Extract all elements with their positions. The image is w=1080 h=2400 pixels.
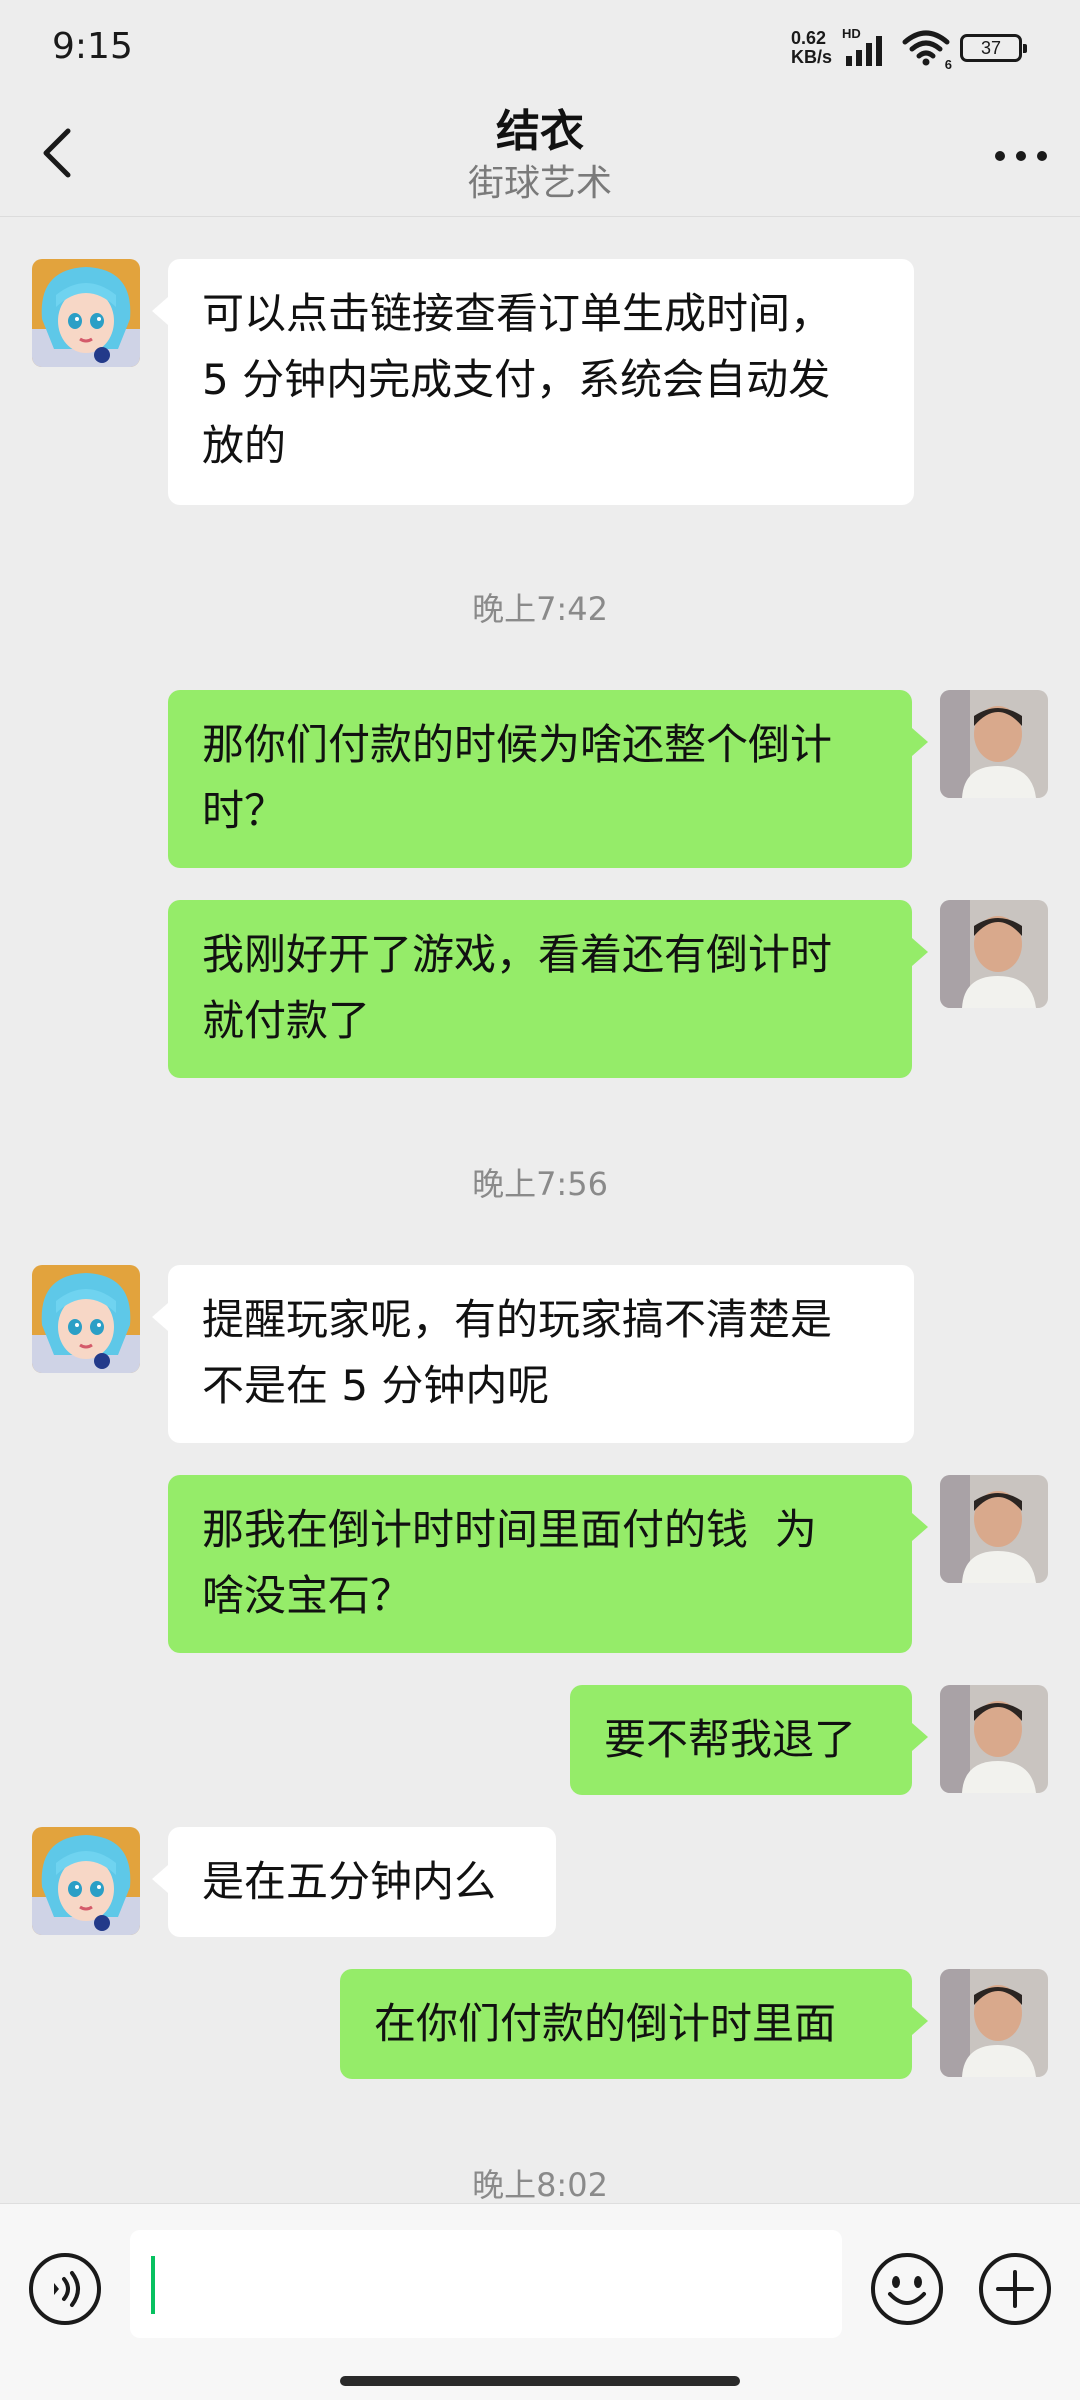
more-options-button[interactable]	[986, 126, 1056, 186]
plus-icon	[979, 2253, 1051, 2325]
message-bubble-sent[interactable]: 那我在倒计时时间里面付的钱 为 啥没宝石？	[168, 1475, 928, 1653]
timestamp: 晚上7:42	[472, 590, 608, 628]
text-caret	[151, 2256, 155, 2314]
contact-avatar[interactable]	[32, 1265, 140, 1373]
message-list[interactable]: 可以点击链接查看订单生成时间， 5 分钟内完成支付，系统会自动发 放的 晚上7:…	[0, 217, 1080, 2202]
voice-icon	[29, 2253, 101, 2325]
more-functions-button[interactable]	[978, 2252, 1052, 2326]
contact-avatar[interactable]	[32, 1827, 140, 1935]
user-avatar[interactable]	[940, 900, 1048, 1008]
status-time: 9:15	[52, 26, 133, 67]
voice-input-button[interactable]	[28, 2252, 102, 2326]
user-photo-icon	[940, 690, 1048, 798]
user-avatar[interactable]	[940, 1475, 1048, 1583]
chat-title: 结衣	[496, 106, 584, 157]
anime-girl-avatar-icon	[32, 1827, 140, 1935]
wifi-icon: 6	[902, 28, 952, 72]
network-speed-value: 0.62	[790, 28, 827, 48]
emoji-button[interactable]	[870, 2252, 944, 2326]
chat-screen: 9:15 0.62 KB/s HD 6 37 结衣 街球艺术 可以点击链接查看订…	[0, 0, 1080, 2400]
user-photo-icon	[940, 1685, 1048, 1793]
message-bubble-sent[interactable]: 在你们付款的倒计时里面	[340, 1969, 928, 2079]
timestamp: 晚上8:02	[472, 2166, 608, 2202]
back-button[interactable]	[30, 118, 86, 188]
contact-avatar[interactable]	[32, 259, 140, 367]
anime-girl-avatar-icon	[32, 1265, 140, 1373]
user-photo-icon	[940, 1475, 1048, 1583]
smiley-icon	[871, 2253, 943, 2325]
more-dots-icon	[995, 151, 1047, 161]
cellular-signal-icon: HD	[842, 26, 892, 68]
status-icons: 0.62 KB/s HD 6 37	[791, 26, 1027, 72]
wifi-label: 6	[944, 57, 952, 72]
anime-girl-avatar-icon	[32, 259, 140, 367]
message-bubble-sent[interactable]: 要不帮我退了	[570, 1685, 928, 1795]
chat-title-block: 结衣 街球艺术	[240, 102, 840, 206]
status-bar: 9:15 0.62 KB/s HD 6 37	[0, 0, 1080, 96]
battery-level: 37	[980, 37, 1002, 58]
timestamp: 晚上7:56	[472, 1165, 608, 1203]
message-bubble-sent[interactable]: 我刚好开了游戏，看着还有倒计时 就付款了	[168, 900, 928, 1078]
network-speed-unit: KB/s	[790, 47, 832, 67]
chat-header: 结衣 街球艺术	[0, 96, 1080, 217]
message-bubble-sent[interactable]: 那你们付款的时候为啥还整个倒计 时？	[168, 690, 928, 868]
battery-icon: 37	[960, 34, 1027, 62]
input-bar	[0, 2203, 1080, 2400]
message-bubble-received[interactable]: 提醒玩家呢，有的玩家搞不清楚是 不是在 5 分钟内呢	[152, 1265, 914, 1443]
chat-subtitle: 街球艺术	[467, 163, 612, 204]
user-avatar[interactable]	[940, 690, 1048, 798]
message-bubble-received[interactable]: 可以点击链接查看订单生成时间， 5 分钟内完成支付，系统会自动发 放的	[152, 259, 914, 505]
message-input[interactable]	[130, 2230, 842, 2338]
home-indicator[interactable]	[340, 2376, 740, 2386]
user-avatar[interactable]	[940, 1685, 1048, 1793]
user-photo-icon	[940, 1969, 1048, 2077]
network-speed: 0.62 KB/s	[791, 29, 832, 67]
user-photo-icon	[940, 900, 1048, 1008]
message-bubble-received[interactable]: 是在五分钟内么	[152, 1827, 556, 1937]
user-avatar[interactable]	[940, 1969, 1048, 2077]
back-arrow-icon	[43, 128, 71, 178]
hd-label: HD	[842, 26, 861, 41]
